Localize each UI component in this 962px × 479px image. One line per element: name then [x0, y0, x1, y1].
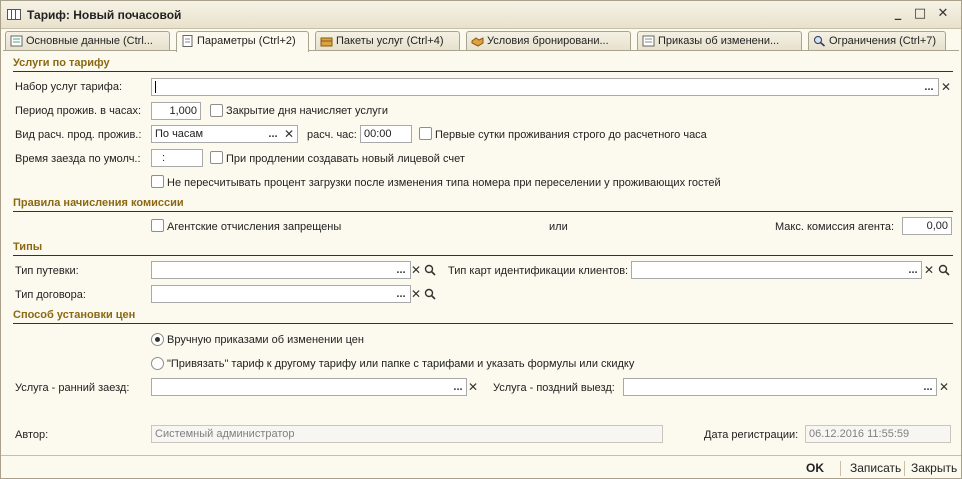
- close-button[interactable]: Закрыть: [911, 461, 957, 475]
- late-checkout-label: Услуга - поздний выезд:: [493, 382, 615, 394]
- no-recalc-label: Не пересчитывать процент загрузки после …: [167, 177, 721, 189]
- close-day-label: Закрытие дня начисляет услуги: [226, 105, 388, 117]
- early-checkin-input[interactable]: [151, 378, 467, 396]
- tab-parameters[interactable]: Параметры (Ctrl+2): [176, 31, 309, 52]
- clear-button[interactable]: ✕: [465, 379, 481, 395]
- agent-forbidden-checkbox[interactable]: [151, 219, 164, 232]
- manual-pricing-label: Вручную приказами об изменении цен: [167, 334, 364, 346]
- tab-strip: Основные данные (Ctrl... Параметры (Ctrl…: [5, 31, 957, 52]
- package-icon: [320, 37, 333, 47]
- new-account-label: При продлении создавать новый лицевой сч…: [226, 153, 465, 165]
- card-type-input[interactable]: [631, 261, 922, 279]
- agent-forbidden-label: Агентские отчисления запрещены: [167, 221, 342, 233]
- clear-button[interactable]: ✕: [408, 262, 424, 278]
- close-day-checkbox[interactable]: [210, 104, 223, 117]
- section-divider: [13, 211, 953, 212]
- section-divider: [13, 323, 953, 324]
- section-divider: [13, 71, 953, 72]
- tab-booking-conditions[interactable]: Условия бронировани...: [466, 31, 631, 51]
- search-icon[interactable]: [938, 264, 950, 276]
- contract-type-label: Тип договора:: [15, 289, 86, 301]
- separator: [840, 461, 841, 476]
- section-types-title: Типы: [13, 241, 43, 253]
- checkin-time-label: Время заезда по умолч.:: [15, 153, 141, 165]
- bind-tariff-label: "Привязать" тариф к другому тарифу или п…: [167, 358, 635, 370]
- first-day-checkbox[interactable]: [419, 127, 432, 140]
- contract-type-input[interactable]: [151, 285, 411, 303]
- tab-restrictions[interactable]: Ограничения (Ctrl+7): [808, 31, 946, 51]
- table-icon: [7, 9, 21, 20]
- list-icon: [642, 35, 655, 47]
- clear-button[interactable]: ✕: [938, 79, 954, 95]
- first-day-label: Первые сутки проживания строго до расчет…: [435, 129, 707, 141]
- select-button[interactable]: ...: [450, 379, 466, 395]
- separator: [904, 461, 905, 476]
- max-commission-label: Макс. комиссия агента:: [775, 221, 895, 233]
- section-pricing-title: Способ установки цен: [13, 309, 136, 321]
- bind-tariff-radio[interactable]: [151, 357, 164, 370]
- section-commission-title: Правила начисления комиссии: [13, 197, 184, 209]
- ok-button[interactable]: OK: [806, 461, 824, 475]
- tab-service-packages[interactable]: Пакеты услуг (Ctrl+4): [315, 31, 460, 51]
- maximize-button[interactable]: □: [913, 7, 927, 21]
- calc-hour-label: расч. час:: [307, 129, 357, 141]
- author-field: Системный администратор: [151, 425, 663, 443]
- clear-button[interactable]: ✕: [936, 379, 952, 395]
- service-set-input[interactable]: [151, 78, 939, 96]
- search-icon[interactable]: [424, 288, 436, 300]
- section-services-title: Услуги по тарифу: [13, 57, 110, 69]
- voucher-type-label: Тип путевки:: [15, 265, 79, 277]
- or-label: или: [549, 221, 568, 233]
- save-button[interactable]: Записать: [850, 461, 901, 475]
- parameters-panel: Услуги по тарифу Набор услуг тарифа: ...…: [3, 51, 959, 453]
- select-button[interactable]: ...: [920, 379, 936, 395]
- max-commission-input[interactable]: 0,00: [902, 217, 952, 235]
- new-account-checkbox[interactable]: [210, 151, 223, 164]
- document-icon: [182, 35, 193, 47]
- manual-pricing-radio[interactable]: [151, 333, 164, 346]
- text-caret: [155, 81, 156, 94]
- select-button[interactable]: ...: [921, 79, 937, 95]
- select-button[interactable]: ...: [393, 286, 409, 302]
- service-set-label: Набор услуг тарифа:: [15, 81, 123, 93]
- tab-price-orders[interactable]: Приказы об изменени...: [637, 31, 802, 51]
- no-recalc-checkbox[interactable]: [151, 175, 164, 188]
- title-bar[interactable]: Тариф: Новый почасовой _ □ ✕: [1, 1, 961, 29]
- close-window-button[interactable]: ✕: [936, 7, 950, 21]
- calc-hour-input[interactable]: 00:00: [360, 125, 412, 143]
- clear-button[interactable]: ✕: [408, 286, 424, 302]
- clear-button[interactable]: ✕: [281, 126, 297, 142]
- minimize-button[interactable]: _: [891, 7, 905, 21]
- command-bar: OK Записать Закрыть: [1, 455, 961, 478]
- search-icon[interactable]: [424, 264, 436, 276]
- author-label: Автор:: [15, 429, 49, 441]
- magnifier-icon: [814, 36, 825, 47]
- calc-type-label: Вид расч. прод. прожив.:: [15, 129, 142, 141]
- checkin-time-input[interactable]: :: [151, 149, 203, 167]
- form-icon: [10, 35, 23, 47]
- clear-button[interactable]: ✕: [921, 262, 937, 278]
- select-button[interactable]: ...: [393, 262, 409, 278]
- voucher-type-input[interactable]: [151, 261, 411, 279]
- card-type-label: Тип карт идентификации клиентов:: [448, 265, 629, 277]
- period-input[interactable]: 1,000: [151, 102, 201, 120]
- select-button[interactable]: ...: [905, 262, 921, 278]
- window-title: Тариф: Новый почасовой: [27, 8, 182, 22]
- select-button[interactable]: ...: [265, 126, 281, 142]
- late-checkout-input[interactable]: [623, 378, 937, 396]
- tab-main-data[interactable]: Основные данные (Ctrl...: [5, 31, 170, 51]
- handshake-icon: [471, 37, 484, 47]
- period-label: Период прожив. в часах:: [15, 105, 142, 117]
- registration-date-label: Дата регистрации:: [704, 429, 799, 441]
- early-checkin-label: Услуга - ранний заезд:: [15, 382, 130, 394]
- tariff-window: Тариф: Новый почасовой _ □ ✕ Основные да…: [0, 0, 962, 479]
- section-divider: [13, 255, 953, 256]
- registration-date-field: 06.12.2016 11:55:59: [805, 425, 951, 443]
